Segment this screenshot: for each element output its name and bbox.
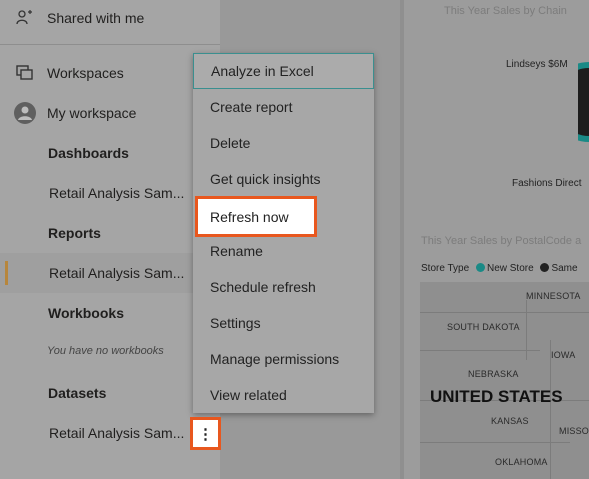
dashboard-item-label: Retail Analysis Sam... — [49, 185, 185, 201]
nav-shared-label: Shared with me — [47, 10, 145, 26]
menu-create-report[interactable]: Create report — [193, 89, 374, 125]
donut-chart — [578, 62, 589, 142]
legend-title: Store Type — [421, 263, 470, 274]
section-reports-label: Reports — [48, 225, 101, 241]
nav-shared-with-me[interactable]: Shared with me — [0, 0, 220, 38]
state-missouri: MISSO — [559, 426, 589, 436]
state-oklahoma: OKLAHOMA — [495, 457, 548, 467]
state-minnesota: MINNESOTA — [526, 291, 581, 301]
menu-schedule-refresh[interactable]: Schedule refresh — [193, 269, 374, 305]
workbooks-empty-label: You have no workbooks — [47, 345, 164, 357]
nav-my-workspace-label: My workspace — [47, 105, 137, 121]
sidebar: Shared with me Workspaces My workspace D… — [0, 0, 220, 479]
workbooks-empty: You have no workbooks — [0, 331, 220, 371]
menu-refresh-now[interactable]: Refresh now — [195, 196, 317, 237]
map-border — [420, 442, 570, 443]
nav-workspaces[interactable]: Workspaces — [0, 53, 220, 93]
map-legend: Store Type New Store Same — [421, 263, 578, 274]
section-dashboards: Dashboards — [0, 133, 220, 173]
legend-new-dot — [475, 263, 485, 272]
dataset-item-label: Retail Analysis Sam... — [49, 425, 185, 441]
report-item-label: Retail Analysis Sam... — [49, 265, 185, 281]
section-workbooks: Workbooks — [0, 293, 220, 333]
nav-workspaces-label: Workspaces — [47, 65, 124, 81]
menu-settings[interactable]: Settings — [193, 305, 374, 341]
section-dashboards-label: Dashboards — [48, 145, 129, 161]
legend-same-dot — [540, 263, 550, 272]
more-vertical-icon: ⋮ — [198, 425, 213, 443]
nav-my-workspace[interactable]: My workspace — [0, 93, 220, 133]
sidebar-divider — [0, 44, 220, 45]
state-nebraska: NEBRASKA — [468, 369, 519, 379]
dataset-item[interactable]: Retail Analysis Sam... — [0, 413, 220, 453]
menu-analyze-in-excel[interactable]: Analyze in Excel — [193, 53, 374, 89]
state-south-dakota: SOUTH DAKOTA — [447, 322, 520, 332]
avatar-icon — [14, 102, 36, 124]
postal-chart-title: This Year Sales by PostalCode a — [421, 235, 582, 247]
map-border — [420, 312, 589, 313]
country-label: UNITED STATES — [430, 387, 563, 406]
section-reports: Reports — [0, 213, 220, 253]
map-border — [550, 340, 551, 479]
map-border — [420, 350, 540, 351]
lindseys-label: Lindseys $6M — [506, 59, 568, 70]
menu-rename[interactable]: Rename — [193, 233, 374, 269]
report-item[interactable]: Retail Analysis Sam... — [0, 253, 220, 293]
menu-view-related[interactable]: View related — [193, 377, 374, 413]
map-border — [526, 300, 527, 360]
section-workbooks-label: Workbooks — [48, 305, 124, 321]
shared-people-icon — [14, 7, 36, 29]
dashboard-item[interactable]: Retail Analysis Sam... — [0, 173, 220, 213]
section-datasets: Datasets — [0, 373, 220, 413]
legend-new-label: New Store — [486, 263, 534, 274]
menu-manage-permissions[interactable]: Manage permissions — [193, 341, 374, 377]
state-iowa: IOWA — [551, 350, 576, 360]
state-kansas: KANSAS — [491, 416, 529, 426]
legend-same-label: Same — [551, 263, 578, 274]
more-options-button[interactable]: ⋮ — [190, 417, 221, 450]
chain-chart-title: This Year Sales by Chain — [444, 5, 567, 17]
fashions-label: Fashions Direct — [512, 178, 582, 189]
section-datasets-label: Datasets — [48, 385, 107, 401]
menu-delete[interactable]: Delete — [193, 125, 374, 161]
menu-get-quick-insights[interactable]: Get quick insights — [193, 161, 374, 197]
workspaces-icon — [14, 62, 36, 84]
